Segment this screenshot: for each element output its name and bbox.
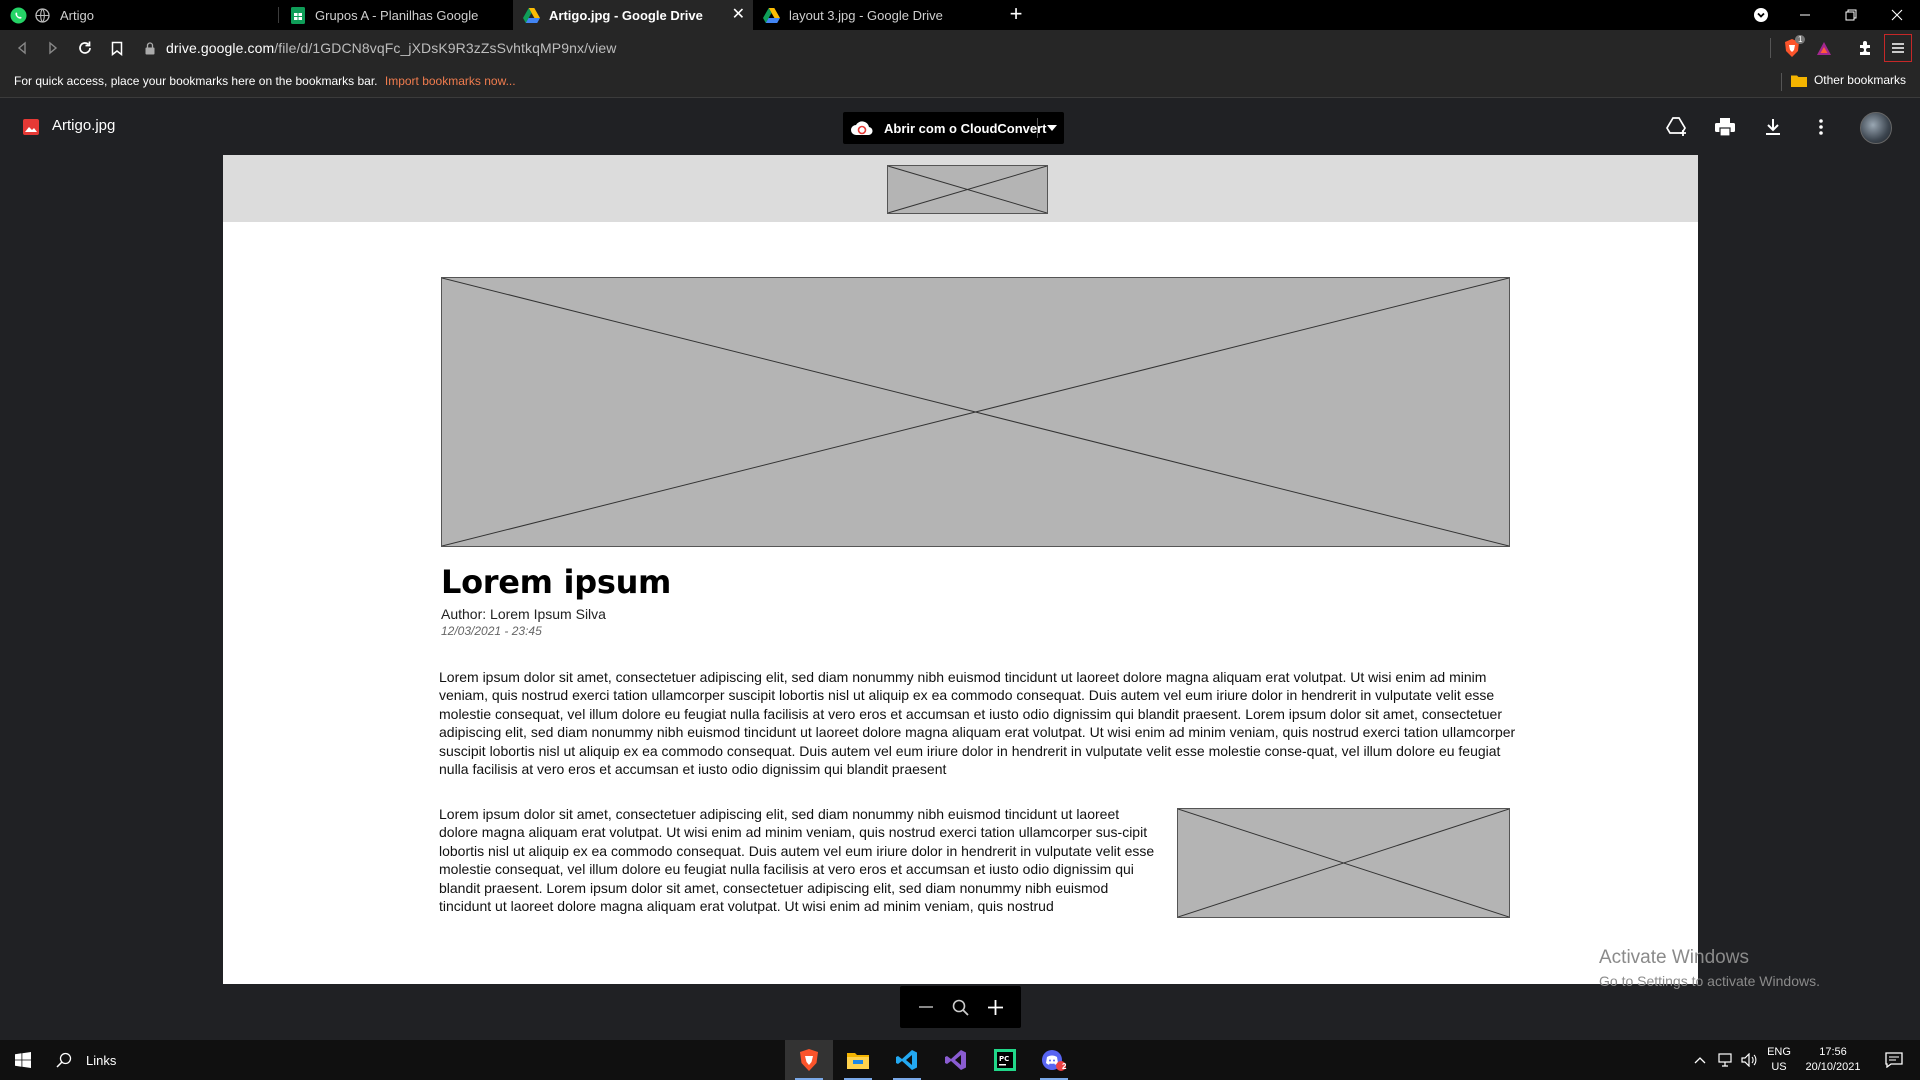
visual-studio-icon[interactable] bbox=[932, 1040, 980, 1080]
pycharm-icon[interactable]: PC bbox=[981, 1040, 1029, 1080]
minimize-icon[interactable] bbox=[1782, 0, 1828, 30]
drive-viewer-header: Artigo.jpg Abrir com o CloudConvert bbox=[0, 98, 1920, 154]
keyboard-layout: US bbox=[1771, 1061, 1787, 1073]
article-paragraph-2: Lorem ipsum dolor sit amet, consectetuer… bbox=[439, 806, 1155, 915]
open-with-button[interactable]: Abrir com o CloudConvert bbox=[843, 112, 1064, 144]
drive-icon bbox=[523, 7, 540, 24]
url-text: drive.google.com/file/d/1GDCN8vqFc_jXDsK… bbox=[166, 40, 617, 56]
notifications-icon[interactable] bbox=[1874, 1040, 1914, 1080]
browser-tab-strip: Artigo Grupos A - Planilhas Google Artig… bbox=[0, 0, 1920, 30]
close-tab-icon[interactable]: ✕ bbox=[732, 7, 745, 23]
tab-layout-3[interactable]: layout 3.jpg - Google Drive bbox=[753, 0, 990, 30]
restore-icon[interactable] bbox=[1828, 0, 1874, 30]
article-title: Lorem ipsum bbox=[441, 563, 672, 601]
discord-badge: 2 bbox=[1062, 1062, 1067, 1071]
tab-label: layout 3.jpg - Google Drive bbox=[789, 7, 943, 23]
hero-image-placeholder bbox=[441, 277, 1510, 547]
other-bookmarks-label: Other bookmarks bbox=[1813, 73, 1906, 87]
brave-taskbar-icon[interactable] bbox=[785, 1040, 833, 1080]
bookmark-icon[interactable] bbox=[105, 36, 129, 60]
more-options-icon[interactable] bbox=[1808, 114, 1834, 140]
article-date: 12/03/2021 - 23:45 bbox=[441, 624, 542, 638]
activation-watermark: Activate Windows Go to Settings to activ… bbox=[1599, 947, 1820, 989]
download-icon[interactable] bbox=[1760, 114, 1786, 140]
clock-date: 20/10/2021 bbox=[1805, 1061, 1861, 1073]
bookmarks-hint-text: For quick access, place your bookmarks h… bbox=[14, 74, 378, 88]
vscode-icon[interactable] bbox=[883, 1040, 931, 1080]
reload-icon[interactable] bbox=[73, 36, 97, 60]
image-preview: Lorem ipsum Author: Lorem Ipsum Silva 12… bbox=[223, 155, 1698, 984]
brave-rewards-icon[interactable] bbox=[1812, 36, 1836, 60]
shields-badge: 1 bbox=[1795, 35, 1806, 44]
tab-label: Artigo.jpg - Google Drive bbox=[549, 7, 703, 23]
sheets-icon bbox=[289, 6, 306, 24]
network-icon[interactable] bbox=[1714, 1040, 1736, 1080]
watermark-line-2: Go to Settings to activate Windows. bbox=[1599, 973, 1820, 989]
profile-menu-icon[interactable] bbox=[1738, 0, 1784, 30]
logo-placeholder bbox=[887, 165, 1048, 214]
language-code: ENG bbox=[1767, 1046, 1791, 1058]
other-bookmarks-button[interactable]: Other bookmarks bbox=[1790, 73, 1906, 87]
whatsapp-icon bbox=[10, 7, 27, 24]
bookmarks-bar: For quick access, place your bookmarks h… bbox=[0, 66, 1920, 98]
tab-artigo-jpg[interactable]: Artigo.jpg - Google Drive ✕ bbox=[513, 0, 753, 30]
forward-icon[interactable] bbox=[41, 36, 65, 60]
side-image-placeholder bbox=[1177, 808, 1510, 918]
new-tab-button[interactable]: + bbox=[1003, 2, 1029, 28]
toolbar-divider bbox=[1770, 38, 1771, 58]
drive-icon bbox=[763, 7, 780, 24]
import-bookmarks-link[interactable]: Import bookmarks now... bbox=[385, 74, 516, 88]
folder-icon bbox=[1790, 75, 1807, 87]
lock-icon bbox=[142, 40, 158, 56]
clock-time: 17:56 bbox=[1819, 1046, 1847, 1058]
menu-icon[interactable] bbox=[1884, 34, 1912, 62]
windows-start-icon[interactable] bbox=[0, 1040, 46, 1080]
file-name: Artigo.jpg bbox=[52, 117, 116, 134]
url-host: drive.google.com bbox=[166, 40, 275, 56]
article-author: Author: Lorem Ipsum Silva bbox=[441, 606, 606, 622]
tab-artigo[interactable]: Artigo bbox=[0, 0, 278, 30]
globe-icon bbox=[34, 7, 51, 24]
taskbar-search[interactable]: Links bbox=[56, 1040, 116, 1080]
cloudconvert-icon bbox=[851, 121, 873, 136]
tab-label: Grupos A - Planilhas Google bbox=[315, 7, 479, 23]
image-file-icon bbox=[23, 119, 39, 135]
back-icon[interactable] bbox=[10, 36, 34, 60]
bookmarks-divider bbox=[1781, 73, 1782, 91]
add-to-drive-icon[interactable] bbox=[1664, 114, 1690, 140]
volume-icon[interactable] bbox=[1738, 1040, 1760, 1080]
zoom-in-icon[interactable] bbox=[982, 993, 1010, 1021]
url-path: /file/d/1GDCN8vqFc_jXDsK9R3zZsSvhtkqMP9n… bbox=[274, 40, 617, 56]
brave-shields-icon[interactable]: 1 bbox=[1780, 35, 1806, 60]
system-clock[interactable]: 17:56 20/10/2021 bbox=[1798, 1045, 1868, 1075]
tab-label: Artigo bbox=[60, 7, 94, 23]
address-bar[interactable]: drive.google.com/file/d/1GDCN8vqFc_jXDsK… bbox=[142, 34, 1776, 62]
search-icon bbox=[56, 1052, 72, 1068]
open-with-label: Abrir com o CloudConvert bbox=[884, 120, 1047, 136]
tab-grupos-a[interactable]: Grupos A - Planilhas Google bbox=[279, 0, 513, 30]
zoom-out-icon[interactable] bbox=[912, 993, 940, 1021]
chevron-up-icon[interactable] bbox=[1690, 1040, 1710, 1080]
extensions-icon[interactable] bbox=[1853, 36, 1877, 60]
watermark-line-1: Activate Windows bbox=[1599, 947, 1749, 968]
zoom-controls bbox=[900, 986, 1021, 1028]
open-with-divider bbox=[1037, 118, 1038, 138]
windows-taskbar: Links PC 2 ENG US 17:56 20/10/2021 bbox=[0, 1040, 1920, 1080]
browser-toolbar: drive.google.com/file/d/1GDCN8vqFc_jXDsK… bbox=[0, 30, 1920, 66]
bookmarks-hint: For quick access, place your bookmarks h… bbox=[14, 74, 516, 88]
file-explorer-icon[interactable] bbox=[834, 1040, 882, 1080]
print-icon[interactable] bbox=[1712, 114, 1738, 140]
discord-icon[interactable]: 2 bbox=[1030, 1040, 1078, 1080]
article-paragraph-1: Lorem ipsum dolor sit amet, consectetuer… bbox=[439, 669, 1516, 778]
avatar[interactable] bbox=[1860, 112, 1892, 144]
chevron-down-icon[interactable] bbox=[1045, 120, 1059, 136]
svg-text:PC: PC bbox=[999, 1055, 1009, 1063]
close-window-icon[interactable] bbox=[1874, 0, 1920, 30]
zoom-search-icon[interactable] bbox=[947, 993, 975, 1021]
search-label: Links bbox=[86, 1052, 117, 1068]
input-language[interactable]: ENG US bbox=[1766, 1045, 1792, 1075]
